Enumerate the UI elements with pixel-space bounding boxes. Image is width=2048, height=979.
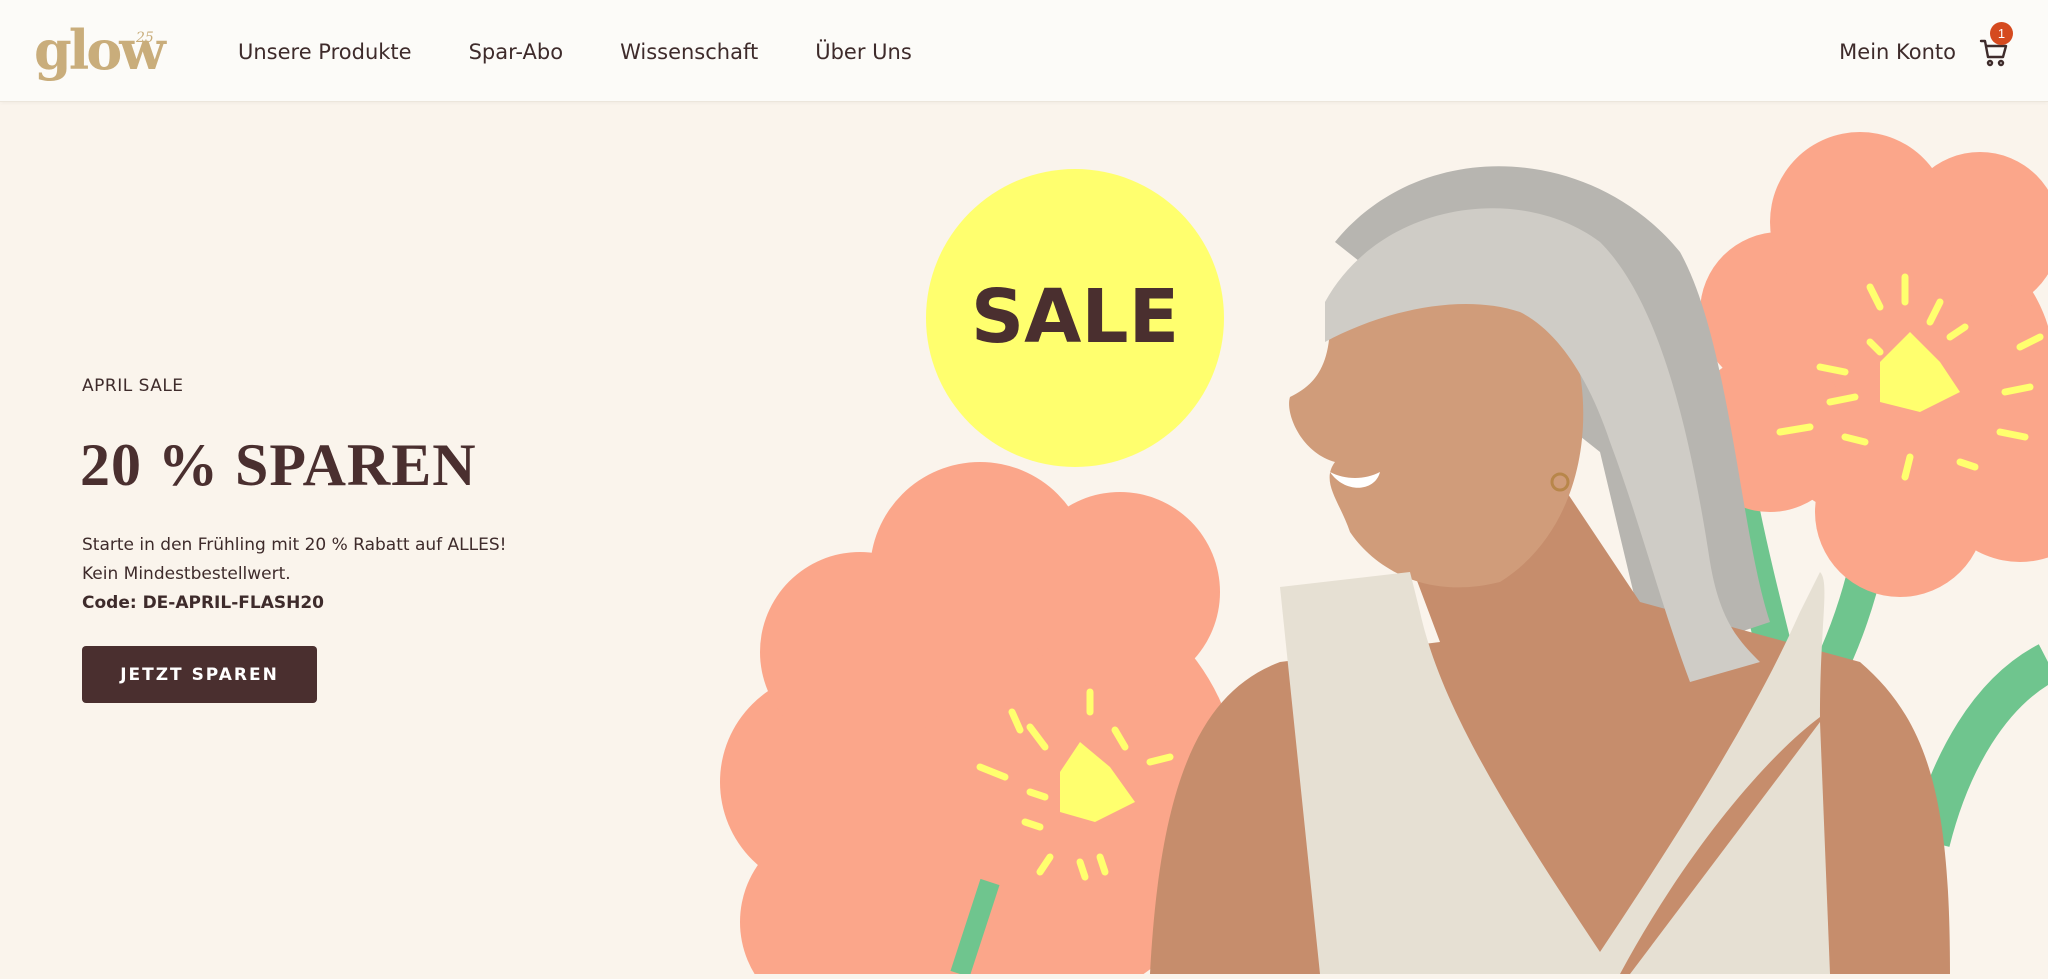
sale-badge-text: SALE xyxy=(971,274,1179,360)
cta-button[interactable]: JETZT SPAREN xyxy=(82,646,317,703)
cart-count-badge: 1 xyxy=(1990,22,2013,45)
logo-superscript: 25 xyxy=(136,30,154,46)
nav-item-products[interactable]: Unsere Produkte xyxy=(238,38,412,66)
main-nav: Unsere Produkte Spar-Abo Wissenschaft Üb… xyxy=(238,38,912,66)
nav-item-science[interactable]: Wissenschaft xyxy=(620,38,758,66)
hero-body: Starte in den Frühling mit 20 % Rabatt a… xyxy=(82,531,506,618)
hero-eyebrow: APRIL SALE xyxy=(82,376,184,396)
promo-code: Code: DE-APRIL-FLASH20 xyxy=(82,593,325,613)
site-header: glow 25 Unsere Produkte Spar-Abo Wissens… xyxy=(0,0,2048,102)
nav-item-about[interactable]: Über Uns xyxy=(815,38,912,66)
account-link[interactable]: Mein Konto xyxy=(1839,38,1956,66)
nav-item-subscription[interactable]: Spar-Abo xyxy=(469,38,563,66)
logo[interactable]: glow xyxy=(34,18,166,82)
hero-line-1: Starte in den Frühling mit 20 % Rabatt a… xyxy=(82,535,507,555)
hero-line-2: Kein Mindestbestellwert. xyxy=(82,564,291,584)
hero-headline: 20 % SPAREN xyxy=(80,432,477,498)
hero-banner: SALE APRIL SALE 20 % SPAREN Starte in de… xyxy=(0,102,2048,974)
